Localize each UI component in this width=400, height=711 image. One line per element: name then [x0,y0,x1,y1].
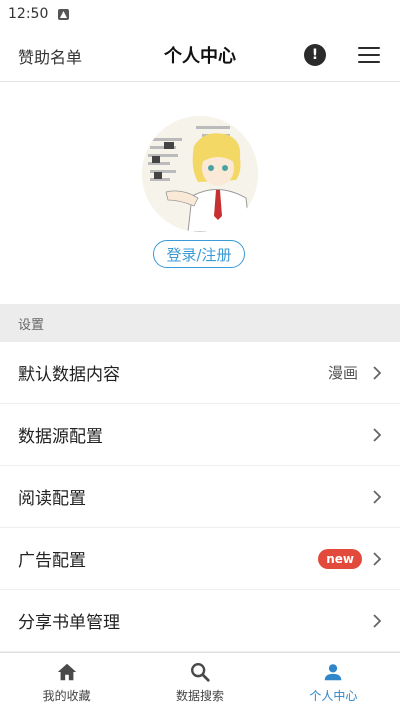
status-bar: 12:50 [0,0,400,28]
settings-item-label: 广告配置 [18,551,86,571]
profile-section: 登录/注册 [0,82,400,304]
settings-item-label: 默认数据内容 [18,365,120,385]
sponsor-list-link[interactable]: 赞助名单 [18,44,82,68]
chevron-right-icon [373,427,382,442]
top-bar: 赞助名单 个人中心 ! [0,28,400,82]
settings-section-header: 设置 [0,304,400,342]
person-icon [325,664,342,681]
nav-item-profile[interactable]: 个人中心 [267,653,400,711]
settings-item-label: 阅读配置 [18,489,86,509]
chevron-right-icon [373,365,382,380]
bottom-nav: 我的收藏 数据搜索 个人中心 [0,652,400,711]
settings-item-share-list[interactable]: 分享书单管理 [0,590,400,652]
settings-item-ads[interactable]: 广告配置 new [0,528,400,590]
chevron-right-icon [373,613,382,628]
settings-list: 默认数据内容 漫画 数据源配置 阅读配置 广告配置 new 分享书单管理 [0,342,400,652]
chevron-right-icon [373,489,382,504]
search-icon [191,663,210,682]
avatar[interactable] [142,116,258,232]
section-title: 设置 [18,317,45,333]
settings-item-data-source[interactable]: 数据源配置 [0,404,400,466]
nav-item-favorites[interactable]: 我的收藏 [0,653,133,711]
settings-item-label: 数据源配置 [18,427,103,447]
chevron-right-icon [373,551,382,566]
nav-label: 数据搜索 [175,689,224,703]
menu-icon[interactable] [358,47,380,63]
new-badge: new [318,548,362,569]
settings-item-label: 分享书单管理 [18,613,120,633]
nav-item-search[interactable]: 数据搜索 [133,653,266,711]
nav-label: 我的收藏 [42,689,91,703]
login-register-button[interactable]: 登录/注册 [153,240,245,268]
settings-item-default-content[interactable]: 默认数据内容 漫画 [0,342,400,404]
settings-item-reading[interactable]: 阅读配置 [0,466,400,528]
info-icon[interactable]: ! [304,44,326,66]
avatar-image [142,116,258,232]
android-notification-icon [58,8,70,20]
nav-label: 个人中心 [309,689,358,703]
status-time: 12:50 [8,6,49,22]
home-icon [57,663,76,681]
settings-item-value: 漫画 [327,364,358,382]
